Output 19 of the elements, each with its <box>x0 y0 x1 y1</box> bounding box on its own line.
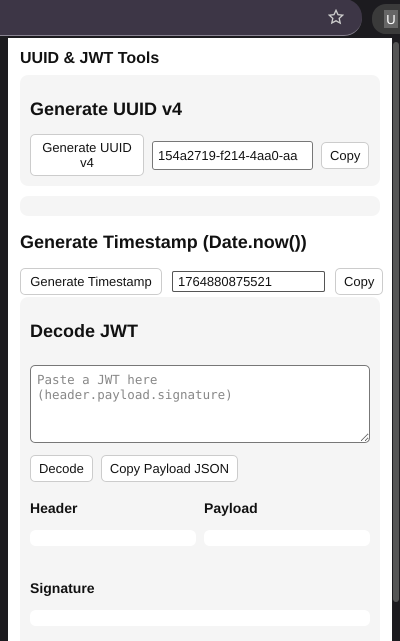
copy-payload-button[interactable]: Copy Payload JSON <box>100 455 238 482</box>
decode-button[interactable]: Decode <box>30 455 93 482</box>
profile-button[interactable]: U <box>372 4 400 34</box>
generate-timestamp-button[interactable]: Generate Timestamp <box>20 268 162 295</box>
copy-button[interactable]: Copy <box>335 268 384 295</box>
popup-title: UUID & JWT Tools <box>20 50 160 68</box>
jwt-input[interactable]: Paste a JWT here (header.payload.signature) <box>30 365 370 443</box>
section-heading: Generate Timestamp (Date.now()) <box>20 232 308 253</box>
field-label: Signature <box>30 580 96 596</box>
section-heading: Generate UUID v4 <box>30 99 184 120</box>
generate-uuid-button[interactable]: Generate UUID v4 <box>30 134 144 176</box>
copy-button[interactable]: Copy <box>321 142 370 168</box>
section-heading: Decode JWT <box>30 321 140 342</box>
field-label: Header <box>30 500 78 516</box>
scrollbar[interactable] <box>393 42 399 602</box>
star-icon[interactable] <box>328 8 344 24</box>
uuid-field[interactable]: 154a2719-f214-4aa0-aa <box>152 140 313 170</box>
timestamp-field[interactable]: 1764880875521 <box>172 271 325 292</box>
field-label: Payload <box>204 500 259 516</box>
